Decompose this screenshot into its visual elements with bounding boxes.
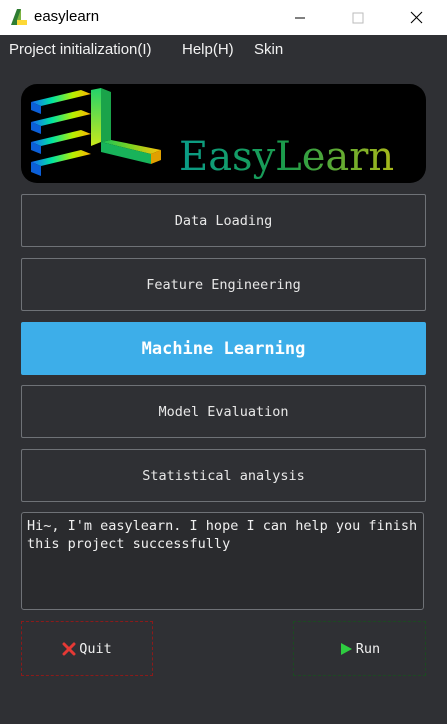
run-label: Run [355,640,381,657]
menu-bar: Project initialization(I) Help(H) Skin [0,35,447,65]
quit-label: Quit [79,640,112,657]
minimize-icon [295,17,305,18]
feature-engineering-button[interactable]: Feature Engineering [21,258,426,311]
minimize-button[interactable] [277,0,323,35]
logo-text: EasyLearn [179,134,394,180]
logo-banner: EasyLearn [21,84,426,183]
app-logo-icon [9,7,29,27]
run-button[interactable]: Run [293,621,426,676]
model-evaluation-button[interactable]: Model Evaluation [21,385,426,438]
menu-help[interactable]: Help(H) [182,41,234,58]
machine-learning-button[interactable]: Machine Learning [21,322,426,375]
logo-graphic [31,88,161,176]
data-loading-button[interactable]: Data Loading [21,194,426,247]
menu-skin[interactable]: Skin [254,41,283,58]
statistical-analysis-button[interactable]: Statistical analysis [21,449,426,502]
window-title: easylearn [34,8,100,25]
close-button[interactable] [393,0,439,35]
title-bar: easylearn [0,0,447,35]
close-icon [410,11,422,24]
x-icon [62,642,76,656]
message-textbox[interactable]: Hi~, I'm easylearn. I hope I can help yo… [21,512,424,610]
maximize-icon [352,12,364,23]
quit-button[interactable]: Quit [21,621,153,676]
maximize-button[interactable] [335,0,381,35]
play-icon [339,642,353,656]
menu-project-initialization[interactable]: Project initialization(I) [9,41,152,58]
